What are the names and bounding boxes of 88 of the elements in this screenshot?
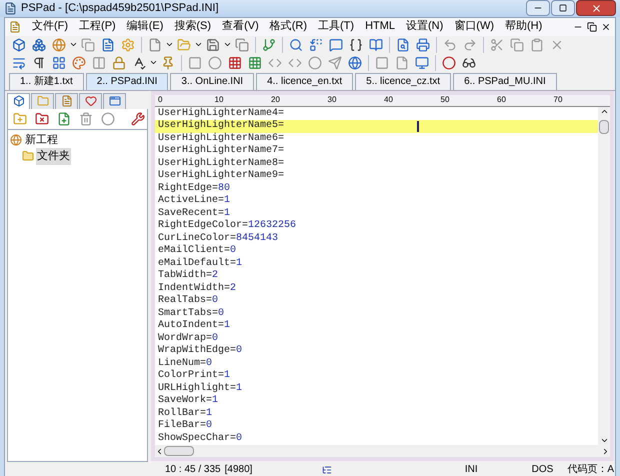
- code-line: SaveWork=1: [158, 395, 218, 408]
- cursor-position: 10 : 45 / 335: [165, 463, 221, 476]
- restore-icon[interactable]: [587, 22, 597, 32]
- file-tab[interactable]: 3.. OnLine.INI: [170, 72, 254, 90]
- folder-icon: [36, 95, 48, 107]
- document-icon: [60, 95, 72, 107]
- heart-icon: [84, 95, 96, 107]
- code-line: ColorPrint=1: [158, 370, 230, 382]
- code-line: ActiveLine=1: [158, 195, 230, 208]
- close-icon: [590, 2, 602, 14]
- close-button[interactable]: [576, 0, 616, 16]
- tree-item[interactable]: 新工程: [24, 132, 59, 148]
- ruler-number: 20: [271, 94, 281, 104]
- cube-icon: [12, 95, 24, 107]
- window-icon: [108, 95, 120, 107]
- panel-tab[interactable]: [7, 92, 30, 108]
- menu-item[interactable]: 搜索(S): [174, 18, 212, 35]
- scroll-left-icon[interactable]: [155, 446, 164, 456]
- scroll-right-icon[interactable]: [601, 446, 610, 456]
- menu-item[interactable]: 工具(T): [318, 18, 354, 35]
- ruler-number: 0: [158, 94, 164, 104]
- code-line: RightEdgeColor=12632256: [158, 220, 296, 232]
- code-line: FileBar=0: [158, 420, 212, 432]
- tree-item[interactable]: 文件夹: [36, 148, 71, 164]
- vertical-scrollbar[interactable]: [598, 106, 610, 445]
- code-line: WrapWithEdge=0: [158, 345, 242, 358]
- code-line: AutoIndent=1: [158, 320, 230, 332]
- code-line: UserHighLighterName4=: [158, 108, 284, 120]
- file-tab[interactable]: 6.. PSPad_MU.INI: [453, 72, 557, 90]
- ruler-number: 70: [554, 94, 564, 104]
- code-line: UserHighLighterName8=: [158, 158, 284, 170]
- app-icon: [4, 2, 17, 15]
- code-line: URLHighlight=1: [158, 382, 242, 394]
- horizontal-scrollbar[interactable]: [155, 445, 610, 457]
- folder-icon: [22, 150, 34, 162]
- code-line: SmartTabs=0: [158, 308, 224, 320]
- code-line: UserHighLighterName7=: [158, 145, 284, 158]
- scroll-thumb[interactable]: [164, 446, 194, 456]
- code-line: SaveRecent=1: [158, 208, 230, 220]
- code-line: RightEdge=80: [158, 182, 230, 194]
- menu-item[interactable]: HTML: [365, 18, 396, 35]
- scroll-down-icon[interactable]: [600, 436, 608, 445]
- menu-item[interactable]: 窗口(W): [454, 18, 494, 35]
- menu-item[interactable]: 格式(R): [270, 18, 308, 35]
- panel-tab[interactable]: [55, 92, 78, 108]
- ruler-number: 10: [214, 94, 224, 104]
- code-line: UserHighLighterName6=: [158, 132, 284, 144]
- menu-item[interactable]: 工程(P): [79, 18, 116, 35]
- file-size: [4980]: [224, 463, 252, 476]
- code-line: RealTabs=0: [158, 295, 218, 308]
- menu-item[interactable]: 编辑(E): [126, 18, 164, 35]
- code-line: UserHighLighterName5=: [158, 120, 284, 132]
- file-tab[interactable]: 4.. licence_en.txt: [256, 72, 354, 90]
- maximize-icon: [559, 4, 567, 12]
- close-icon[interactable]: [601, 22, 611, 32]
- code-line: WordWrap=0: [158, 332, 218, 344]
- menu-item[interactable]: 查看(V): [222, 18, 259, 35]
- list-icon: [322, 464, 332, 474]
- code-line: TabWidth=2: [158, 270, 218, 282]
- project-icon: [10, 134, 22, 146]
- file-tab[interactable]: 2.. PSPad.INI: [86, 72, 168, 90]
- panel-tab[interactable]: [103, 92, 126, 108]
- file-tab[interactable]: 1.. 新建1.txt: [9, 72, 84, 90]
- ruler-number: 30: [328, 94, 338, 104]
- ruler-number: 50: [440, 94, 450, 104]
- menu-item[interactable]: 帮助(H): [505, 18, 542, 35]
- document-icon: [9, 20, 21, 32]
- code-line: CurLineColor=8454143: [158, 232, 278, 244]
- maximize-button[interactable]: [551, 0, 575, 16]
- ruler-number: 60: [497, 94, 507, 104]
- menu-item[interactable]: 文件(F): [32, 18, 68, 35]
- code-line: eMailClient=0: [158, 245, 236, 258]
- text-cursor: [417, 120, 420, 132]
- code-line: UserHighLighterName9=: [158, 170, 284, 182]
- code-line: LineNum=0: [158, 358, 212, 370]
- window-title: PSPad - [C:\pspad459b2501\PSPad.INI]: [21, 1, 219, 16]
- codepage-label: 代码页：A: [567, 463, 614, 476]
- code-line: RollBar=1: [158, 408, 212, 420]
- menu-item[interactable]: 设置(N): [406, 18, 444, 35]
- file-tab[interactable]: 5.. licence_cz.txt: [355, 72, 452, 90]
- scroll-thumb[interactable]: [599, 120, 609, 134]
- panel-tab[interactable]: [79, 92, 102, 108]
- line-ending-label: DOS: [532, 463, 554, 476]
- ruler-number: 40: [384, 94, 394, 104]
- code-line: ShowSpecChar=0: [158, 432, 242, 445]
- syntax-label: INI: [464, 463, 478, 476]
- code-line: IndentWidth=2: [158, 282, 236, 294]
- code-line: eMailDefault=1: [158, 258, 242, 270]
